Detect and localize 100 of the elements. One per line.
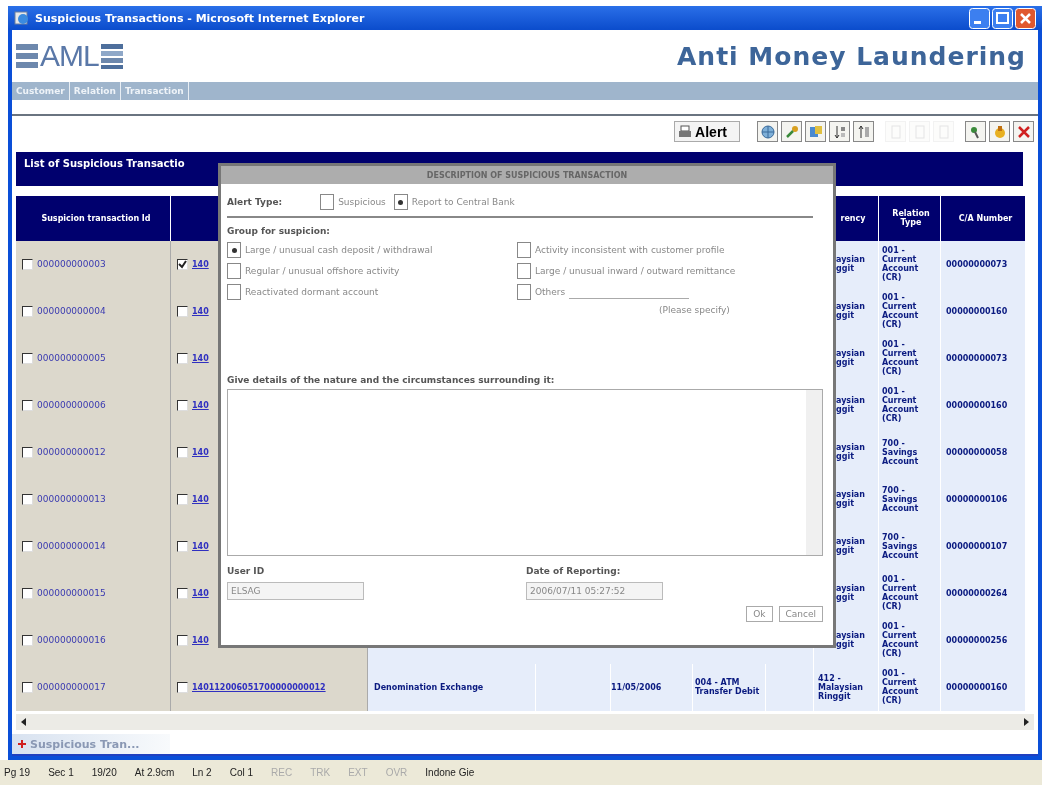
table-cell: 00000000256 bbox=[941, 616, 1026, 664]
reference-link[interactable]: 140 bbox=[192, 588, 209, 598]
checkbox[interactable] bbox=[22, 634, 33, 646]
globe-icon bbox=[759, 123, 776, 140]
printer-icon bbox=[678, 124, 693, 139]
checkbox[interactable] bbox=[177, 399, 188, 411]
table-cell: 00000000264 bbox=[941, 569, 1026, 617]
ok-button[interactable]: Ok bbox=[746, 606, 773, 622]
status-item: Sec 1 bbox=[48, 767, 74, 778]
horizontal-scrollbar[interactable] bbox=[16, 713, 1034, 731]
transaction-id: 000000000016 bbox=[37, 635, 106, 646]
checkbox[interactable] bbox=[22, 305, 33, 317]
transaction-id: 000000000015 bbox=[37, 588, 106, 599]
key-button[interactable] bbox=[781, 121, 802, 143]
status-item: Ln 2 bbox=[192, 767, 212, 778]
radio-label: Large / unusual inward / outward remittance bbox=[535, 266, 736, 276]
table-cell: 11/05/2006 bbox=[611, 663, 693, 711]
table-cell: 001 - Current Account (CR) bbox=[879, 287, 941, 335]
checkbox[interactable] bbox=[22, 352, 33, 364]
status-item: EXT bbox=[348, 767, 368, 778]
date-field[interactable]: 2006/07/11 05:27:52 bbox=[526, 582, 663, 600]
radio-label: Report to Central Bank bbox=[411, 197, 515, 207]
list-title: List of Suspicious Transactio bbox=[24, 158, 185, 170]
table-cell: 00000000073 bbox=[941, 334, 1026, 382]
reference-link[interactable]: 140 bbox=[192, 353, 209, 363]
radio-label: Large / unusual cash deposit / withdrawal bbox=[245, 245, 433, 255]
checkbox[interactable] bbox=[177, 258, 188, 270]
app-title: Anti Money Laundering bbox=[677, 41, 1026, 71]
radio-button[interactable] bbox=[227, 263, 241, 279]
reference-link[interactable]: 140 bbox=[192, 306, 209, 316]
logo-bars-icon bbox=[100, 42, 123, 70]
status-item: Pg 19 bbox=[4, 767, 31, 778]
radio-button[interactable] bbox=[517, 242, 531, 258]
reference-link[interactable]: 140 bbox=[192, 447, 209, 457]
table-cell: 001 - Current Account (CR) bbox=[879, 569, 941, 617]
checkbox[interactable] bbox=[177, 681, 188, 693]
table-cell: 00000000058 bbox=[941, 428, 1026, 476]
table-cell: 00000000160 bbox=[941, 663, 1026, 711]
checkbox[interactable] bbox=[22, 399, 33, 411]
sort-asc-button[interactable] bbox=[829, 121, 850, 143]
table-cell: 700 - Savings Account bbox=[879, 475, 941, 523]
radio-button[interactable] bbox=[517, 263, 531, 279]
column-header: C/A Number bbox=[941, 195, 1026, 241]
close-button[interactable] bbox=[1013, 121, 1034, 143]
close-icon bbox=[1015, 123, 1032, 140]
maximize-button[interactable] bbox=[992, 7, 1013, 29]
status-item: REC bbox=[271, 767, 293, 778]
checkbox[interactable] bbox=[22, 681, 33, 693]
checkbox[interactable] bbox=[22, 258, 33, 270]
radio-button[interactable] bbox=[517, 284, 531, 300]
field-label: Date of Reporting: bbox=[526, 566, 622, 576]
checkbox[interactable] bbox=[177, 446, 188, 458]
globe-button[interactable] bbox=[757, 121, 778, 143]
checkbox[interactable] bbox=[22, 493, 33, 505]
reference-link[interactable]: 140 bbox=[192, 259, 209, 269]
checkbox[interactable] bbox=[177, 352, 188, 364]
table-cell: 00000000106 bbox=[941, 475, 1026, 523]
checkbox[interactable] bbox=[22, 446, 33, 458]
filter-button[interactable] bbox=[965, 121, 986, 143]
reference-link[interactable]: 140 bbox=[192, 494, 209, 504]
logo-bars-icon bbox=[16, 42, 38, 70]
checkbox[interactable] bbox=[22, 540, 33, 552]
stack-button[interactable] bbox=[805, 121, 826, 143]
checkbox[interactable] bbox=[177, 540, 188, 552]
transaction-id: 000000000012 bbox=[37, 447, 106, 458]
sort-desc-button[interactable] bbox=[853, 121, 874, 143]
table-cell: 00000000160 bbox=[941, 287, 1026, 335]
scroll-right-icon[interactable] bbox=[1023, 718, 1029, 727]
status-item: Indone Gie bbox=[425, 767, 475, 778]
status-item: 19/20 bbox=[91, 767, 117, 778]
cancel-button[interactable]: Cancel bbox=[778, 606, 823, 622]
reference-link[interactable]: 140 bbox=[192, 541, 209, 551]
scroll-left-icon[interactable] bbox=[21, 718, 27, 727]
reference-link[interactable]: 140 bbox=[192, 400, 209, 410]
radio-label: Suspicious bbox=[338, 197, 386, 207]
radio-label: Others bbox=[535, 287, 566, 297]
field-label: Alert Type: bbox=[227, 197, 283, 207]
status-item: Col 1 bbox=[229, 767, 254, 778]
radio-button[interactable] bbox=[320, 194, 335, 210]
user-id-field[interactable]: ELSAG bbox=[227, 582, 364, 600]
radio-button[interactable] bbox=[393, 194, 408, 210]
table-cell: Denomination Exchange bbox=[368, 663, 536, 711]
alert-button[interactable]: Alert bbox=[674, 121, 740, 143]
field-label: User ID bbox=[227, 566, 266, 576]
reference-link[interactable]: 140 bbox=[192, 635, 209, 645]
checkbox[interactable] bbox=[177, 493, 188, 505]
minimize-button[interactable] bbox=[969, 7, 990, 29]
reference-link[interactable]: 140112006051700000000012 bbox=[192, 682, 326, 692]
dialog-title: DESCRIPTION OF SUSPICIOUS TRANSACTION bbox=[221, 166, 833, 184]
checkbox[interactable] bbox=[22, 587, 33, 599]
specify-hint: (Please specify) bbox=[658, 305, 731, 315]
checkbox[interactable] bbox=[177, 634, 188, 646]
lock-button[interactable] bbox=[989, 121, 1010, 143]
radio-button[interactable] bbox=[227, 284, 241, 300]
checkbox[interactable] bbox=[177, 305, 188, 317]
transaction-id: 000000000003 bbox=[37, 259, 106, 270]
radio-button[interactable] bbox=[227, 242, 241, 258]
logo-text: AML bbox=[40, 39, 99, 73]
checkbox[interactable] bbox=[177, 587, 188, 599]
transaction-id: 000000000006 bbox=[37, 400, 106, 411]
